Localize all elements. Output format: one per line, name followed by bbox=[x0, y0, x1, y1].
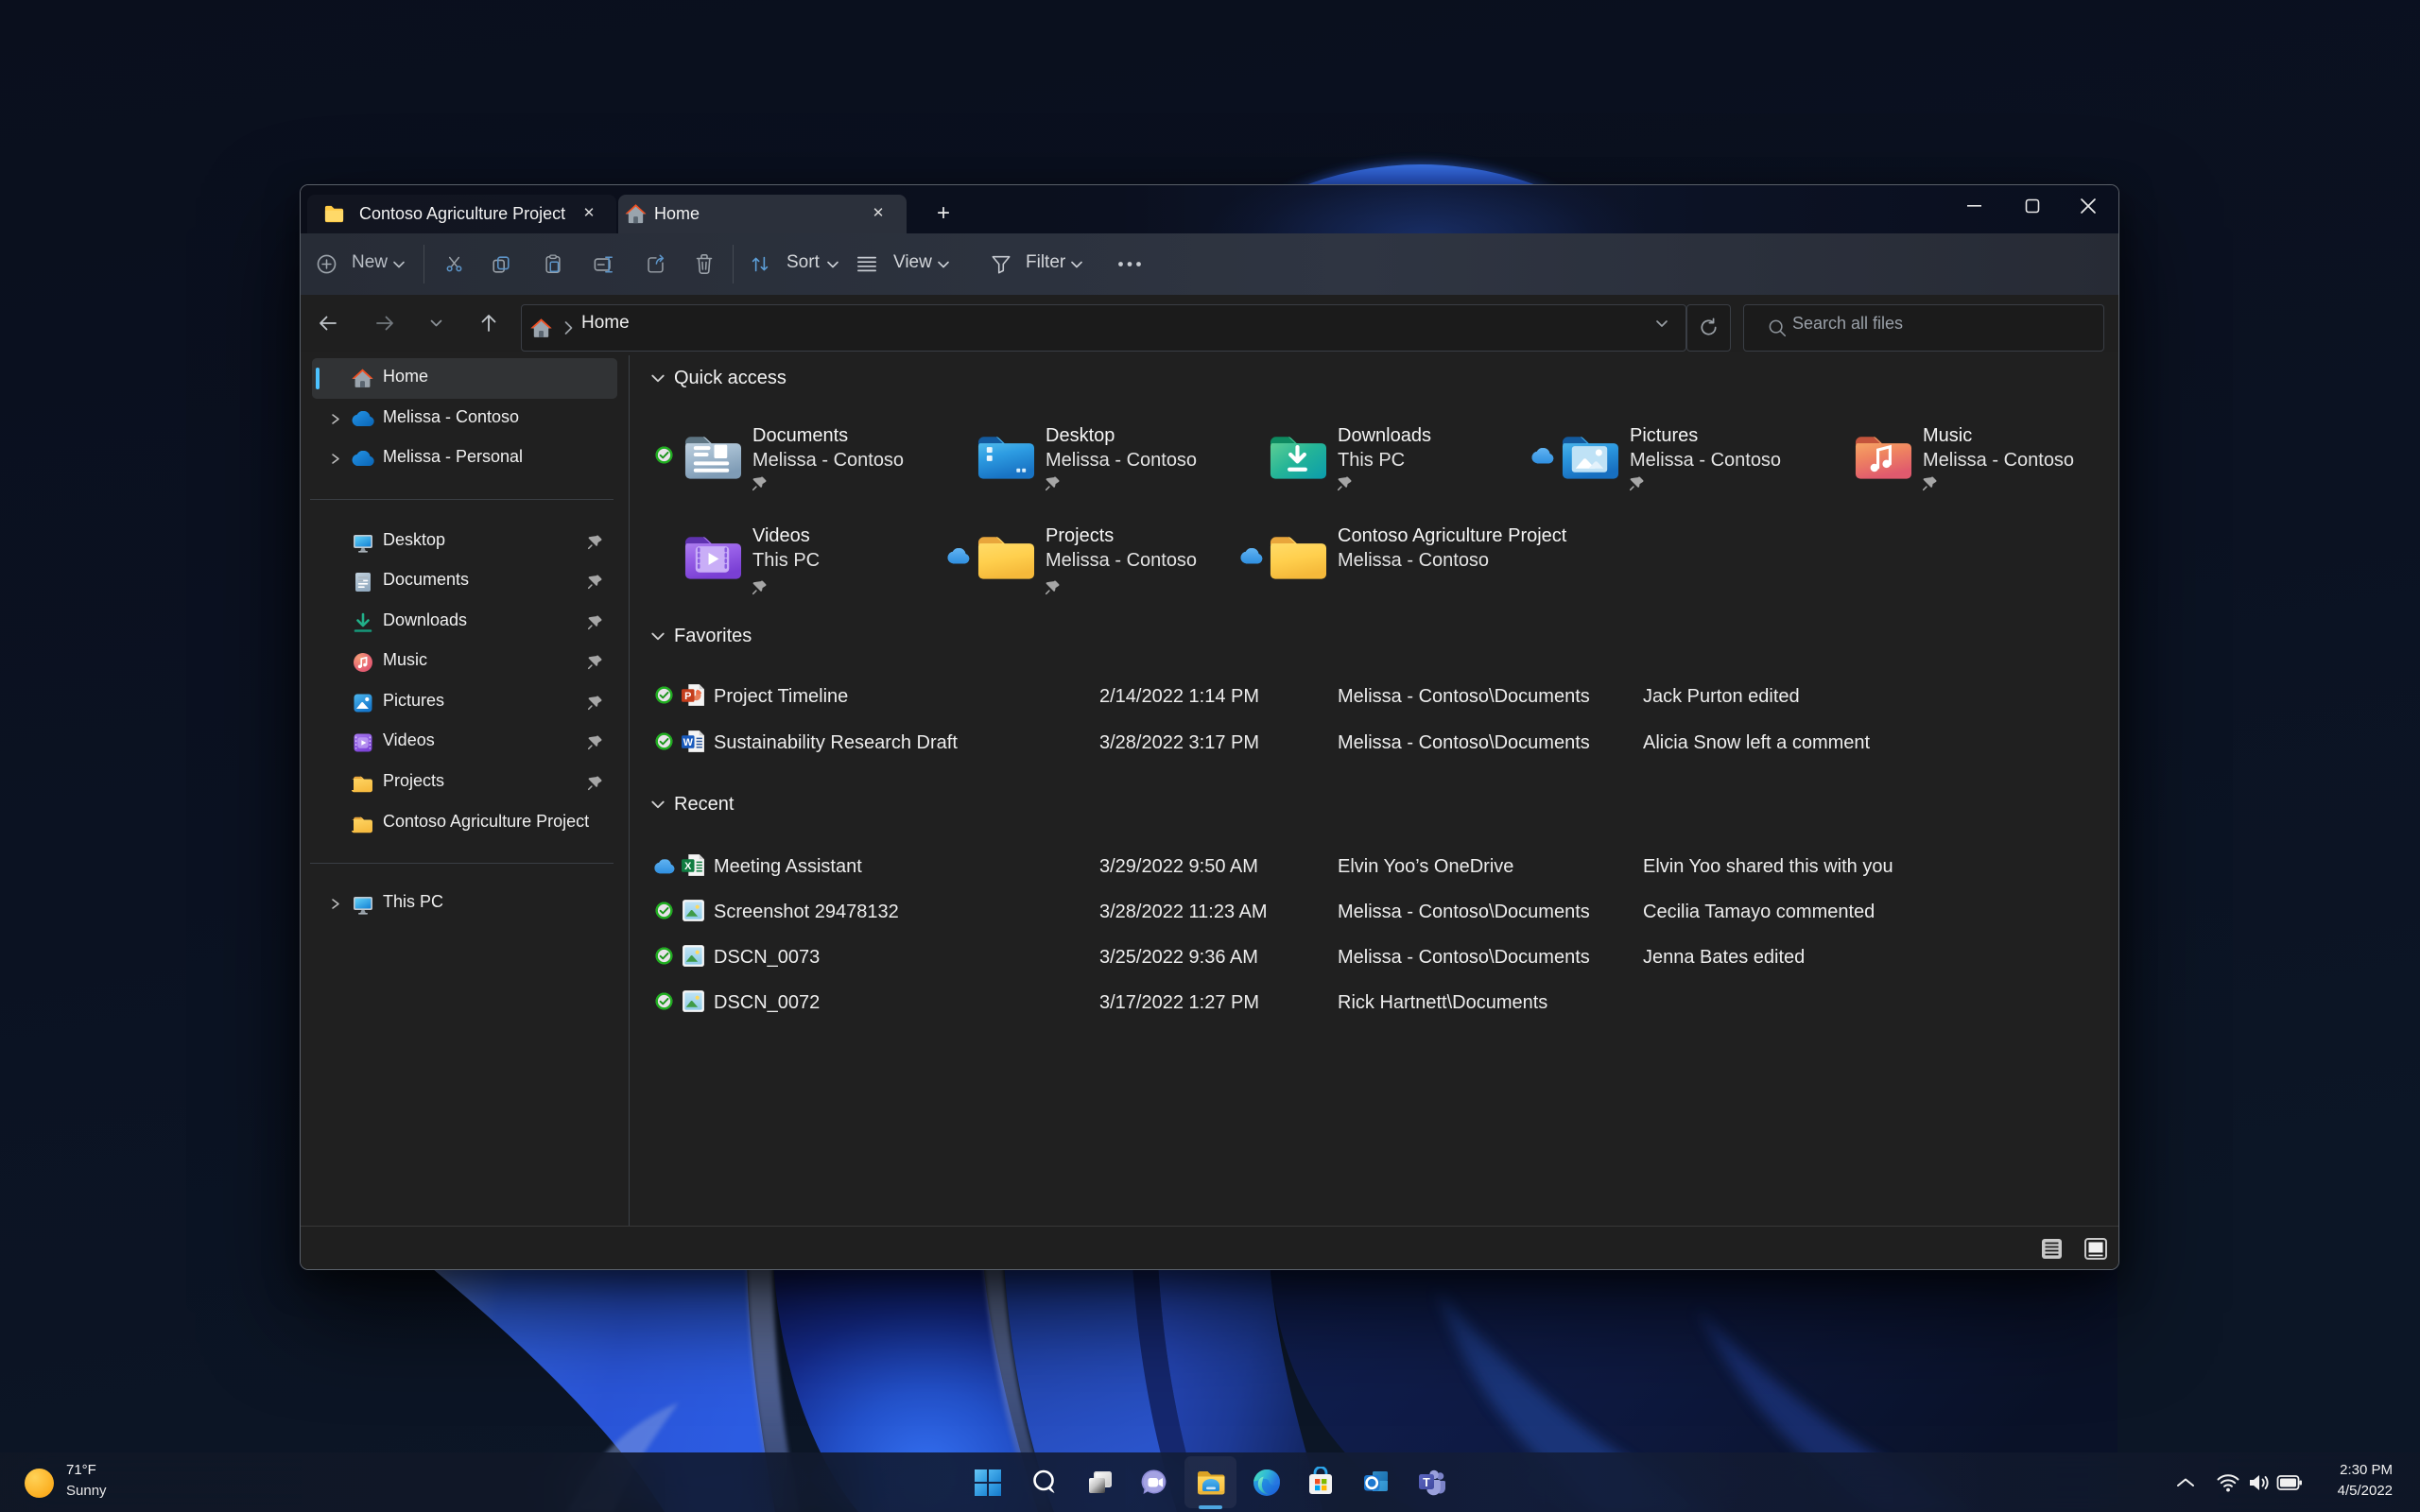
svg-text:T: T bbox=[1423, 1476, 1430, 1489]
